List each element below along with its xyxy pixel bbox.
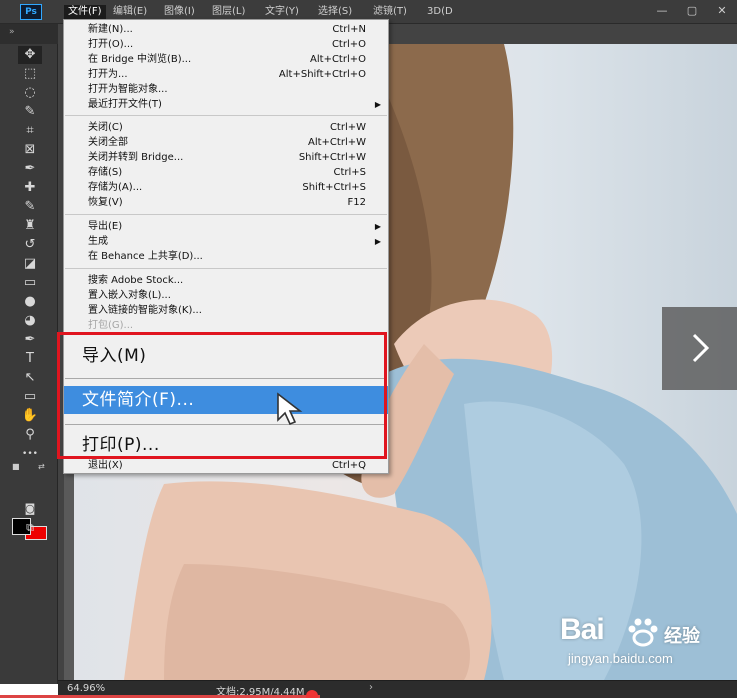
menu-item-package: 打包(G)... bbox=[88, 320, 134, 331]
menu-item-share-behance[interactable]: 在 Behance 上共享(D)... bbox=[64, 249, 388, 264]
menu-item-exit[interactable]: 退出(X) Ctrl+Q bbox=[64, 458, 388, 473]
menu-image[interactable]: 图像(I) bbox=[164, 5, 195, 19]
blur-tool-icon[interactable]: ● bbox=[18, 293, 42, 311]
menu-item-place-embedded[interactable]: 置入嵌入对象(L)... bbox=[64, 288, 388, 303]
lasso-tool-icon[interactable]: ◌ bbox=[18, 84, 42, 102]
hand-tool-icon[interactable]: ✋ bbox=[18, 407, 42, 425]
history-brush-tool-icon[interactable]: ↺ bbox=[18, 236, 42, 254]
video-progress-handle[interactable] bbox=[306, 690, 318, 698]
zoom-level[interactable]: 64.96% bbox=[67, 683, 105, 694]
menu-item-recent-files[interactable]: 最近打开文件(T) ▶ bbox=[64, 97, 388, 112]
menu-separator bbox=[65, 214, 387, 215]
quick-mask-icon[interactable]: ◙ bbox=[18, 500, 42, 518]
mouse-pointer-icon bbox=[277, 392, 303, 426]
path-select-tool-icon[interactable]: ↖ bbox=[18, 369, 42, 387]
stamp-tool-icon[interactable]: ♜ bbox=[18, 217, 42, 235]
close-button[interactable]: ✕ bbox=[707, 0, 737, 24]
move-tool-icon[interactable]: ✥ bbox=[18, 46, 42, 64]
baidu-brand-text: 经验 bbox=[664, 626, 700, 647]
menu-filter[interactable]: 滤镜(T) bbox=[373, 5, 407, 19]
menu-item-place-linked[interactable]: 置入链接的智能对象(K)... bbox=[64, 303, 388, 318]
menu-type[interactable]: 文字(Y) bbox=[265, 5, 299, 19]
menu-item-close-go-bridge[interactable]: 关闭并转到 Bridge... Shift+Ctrl+W bbox=[64, 150, 388, 165]
menu-select[interactable]: 选择(S) bbox=[318, 5, 352, 19]
next-slide-button[interactable] bbox=[662, 307, 737, 390]
healing-brush-tool-icon[interactable]: ✚ bbox=[18, 179, 42, 197]
rectangle-tool-icon[interactable]: ▭ bbox=[18, 388, 42, 406]
menu-item-search-stock[interactable]: 搜索 Adobe Stock... bbox=[64, 273, 388, 288]
menu-item-save-as[interactable]: 存储为(A)... Shift+Ctrl+S bbox=[64, 180, 388, 195]
baidu-logo: Bai bbox=[560, 613, 605, 646]
baidu-paw-icon bbox=[628, 618, 658, 647]
screen-mode-icon[interactable]: ⧉ bbox=[18, 519, 42, 537]
chevron-right-icon bbox=[692, 333, 710, 363]
menu-separator bbox=[65, 268, 387, 269]
window-controls: — ▢ ✕ bbox=[647, 0, 737, 24]
more-tools-icon[interactable]: ••• bbox=[18, 445, 42, 463]
menu-item-export[interactable]: 导出(E) ▶ bbox=[64, 219, 388, 234]
menu-item-open-smart-object[interactable]: 打开为智能对象... bbox=[64, 82, 388, 97]
collapse-icon[interactable]: » bbox=[9, 27, 15, 37]
tools-panel: ✥ ⬚ ◌ ✎ ⌗ ⊠ ✒ ✚ ✎ ♜ ↺ ◪ ▭ ● ◕ ✒ T ↖ ▭ ✋ … bbox=[0, 44, 58, 684]
menu-item-close-all[interactable]: 关闭全部 Alt+Ctrl+W bbox=[64, 135, 388, 150]
menu-item-generate[interactable]: 生成 ▶ bbox=[64, 234, 388, 249]
menu-item-revert[interactable]: 恢复(V) F12 bbox=[64, 195, 388, 210]
maximize-button[interactable]: ▢ bbox=[677, 0, 707, 24]
marquee-tool-icon[interactable]: ⬚ bbox=[18, 65, 42, 83]
submenu-arrow-icon: ▶ bbox=[374, 100, 381, 109]
gradient-tool-icon[interactable]: ▭ bbox=[18, 274, 42, 292]
menu-item-close[interactable]: 关闭(C) Ctrl+W bbox=[64, 120, 388, 135]
pen-tool-icon[interactable]: ✒ bbox=[18, 331, 42, 349]
eraser-tool-icon[interactable]: ◪ bbox=[18, 255, 42, 273]
menu-separator bbox=[65, 115, 387, 116]
zoom-tool-icon[interactable]: ⚲ bbox=[18, 426, 42, 444]
brush-tool-icon[interactable]: ✎ bbox=[18, 198, 42, 216]
type-tool-icon[interactable]: T bbox=[18, 350, 42, 368]
menu-item-save[interactable]: 存储(S) Ctrl+S bbox=[64, 165, 388, 180]
eyedropper-tool-icon[interactable]: ✒ bbox=[18, 160, 42, 178]
submenu-arrow-icon: ▶ bbox=[374, 237, 381, 246]
menu-item-new[interactable]: 新建(N)... Ctrl+N bbox=[64, 22, 388, 37]
crop-tool-icon[interactable]: ⌗ bbox=[18, 122, 42, 140]
menu-item-open-as[interactable]: 打开为... Alt+Shift+Ctrl+O bbox=[64, 67, 388, 82]
menu-item-browse-bridge[interactable]: 在 Bridge 中浏览(B)... Alt+Ctrl+O bbox=[64, 52, 388, 67]
swap-colors-icon[interactable]: ⇄ bbox=[38, 462, 45, 471]
menu-3d[interactable]: 3D(D bbox=[427, 5, 453, 19]
default-colors-icon[interactable]: ■ bbox=[12, 462, 20, 471]
submenu-arrow-icon: ▶ bbox=[374, 222, 381, 231]
menu-edit[interactable]: 编辑(E) bbox=[113, 5, 147, 19]
tools-panel-header: » bbox=[0, 24, 58, 44]
status-menu-arrow-icon[interactable]: › bbox=[369, 682, 373, 693]
dodge-tool-icon[interactable]: ◕ bbox=[18, 312, 42, 330]
baidu-jingyan-watermark: Bai 经验 jingyan.baidu.com bbox=[560, 613, 720, 668]
frame-tool-icon[interactable]: ⊠ bbox=[18, 141, 42, 159]
menu-layer[interactable]: 图层(L) bbox=[212, 5, 245, 19]
menu-file[interactable]: 文件(F) bbox=[64, 5, 106, 19]
minimize-button[interactable]: — bbox=[647, 0, 677, 24]
photoshop-logo: Ps bbox=[20, 4, 42, 20]
highlight-callout-box bbox=[57, 332, 387, 459]
watermark-url: jingyan.baidu.com bbox=[568, 651, 673, 666]
quick-select-tool-icon[interactable]: ✎ bbox=[18, 103, 42, 121]
menu-item-open[interactable]: 打开(O)... Ctrl+O bbox=[64, 37, 388, 52]
